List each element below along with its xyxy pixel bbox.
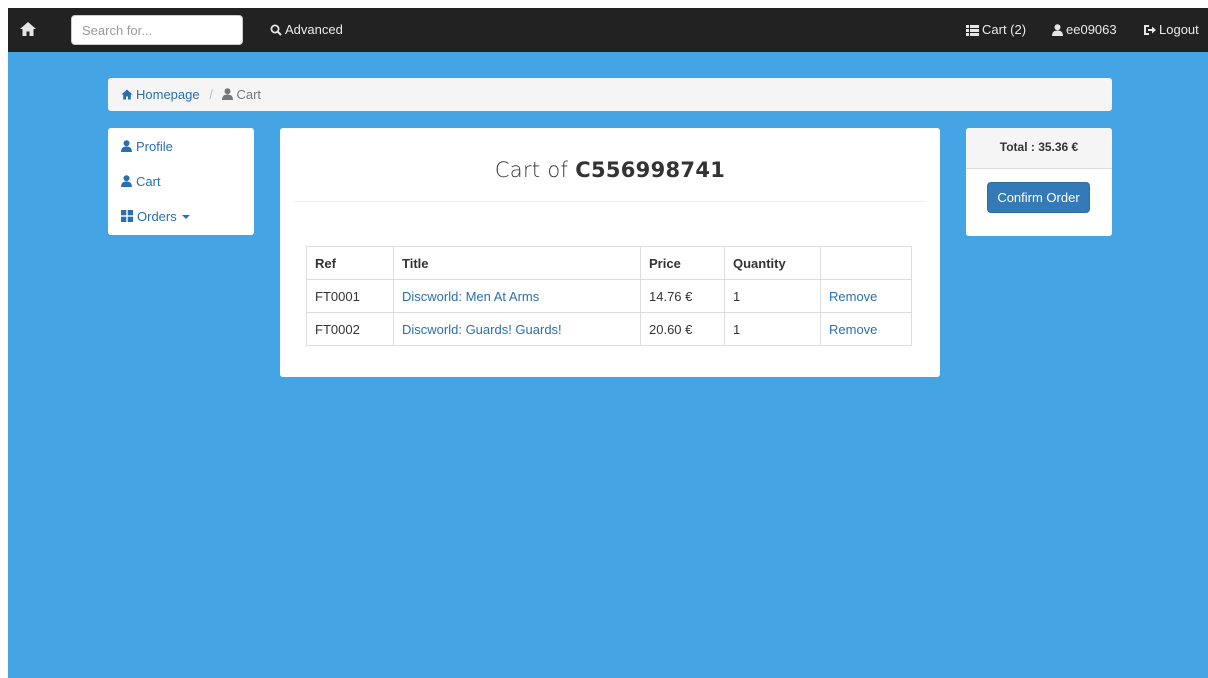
logout-link[interactable]: Logout bbox=[1143, 8, 1199, 52]
item-price: 14.76 € bbox=[640, 279, 725, 313]
home-icon bbox=[121, 89, 133, 100]
column-header-title: Title bbox=[393, 246, 641, 280]
table-header-row: Ref Title Price Quantity bbox=[306, 246, 912, 280]
logout-icon bbox=[1144, 25, 1156, 35]
breadcrumb-home-label: Homepage bbox=[136, 87, 200, 102]
user-icon bbox=[121, 140, 132, 152]
sidebar-item-profile[interactable]: Profile bbox=[108, 134, 254, 169]
item-ref: FT0001 bbox=[306, 279, 394, 313]
user-icon bbox=[121, 175, 132, 187]
user-icon bbox=[1052, 24, 1063, 36]
item-quantity: 1 bbox=[724, 279, 821, 313]
cart-panel: Cart of C556998741 Ref Title Price Quant… bbox=[280, 128, 940, 377]
sidebar-item-label: Profile bbox=[136, 139, 173, 154]
remove-item-button[interactable]: Remove bbox=[829, 289, 877, 304]
order-summary-panel: Total : 35.36 € Confirm Order bbox=[966, 128, 1112, 236]
nav-cart-label: Cart (2) bbox=[982, 22, 1027, 37]
item-quantity: 1 bbox=[724, 312, 821, 346]
page-title: Cart of C556998741 bbox=[294, 158, 926, 182]
item-title-link[interactable]: Discworld: Men At Arms bbox=[402, 289, 539, 304]
item-ref: FT0002 bbox=[306, 312, 394, 346]
advanced-search-link[interactable]: Advanced bbox=[270, 8, 343, 52]
cart-title-prefix: Cart of bbox=[494, 158, 569, 182]
nav-user-label: ee09063 bbox=[1066, 22, 1117, 37]
page-viewport: Advanced Cart (2) ee09063 Logout Homepag… bbox=[8, 8, 1208, 678]
title-divider bbox=[294, 201, 926, 202]
breadcrumb-separator: / bbox=[209, 87, 213, 102]
cart-total: Total : 35.36 € bbox=[966, 128, 1112, 169]
column-header-price: Price bbox=[640, 246, 725, 280]
grid-icon bbox=[121, 210, 133, 222]
search-input[interactable] bbox=[71, 15, 243, 45]
chevron-down-icon bbox=[181, 215, 190, 219]
table-row: FT0002 Discworld: Guards! Guards! 20.60 … bbox=[306, 312, 912, 346]
column-header-actions bbox=[820, 246, 912, 280]
side-menu: Profile Cart Orders bbox=[108, 128, 254, 235]
sidebar-item-label: Orders bbox=[137, 209, 177, 224]
cart-id: C556998741 bbox=[575, 158, 726, 182]
home-icon[interactable] bbox=[19, 21, 43, 39]
breadcrumb-current-label: Cart bbox=[236, 87, 262, 102]
search-icon bbox=[270, 24, 282, 36]
nav-user-link[interactable]: ee09063 bbox=[1052, 8, 1117, 52]
cart-items-table: Ref Title Price Quantity FT0001 Discworl… bbox=[306, 246, 912, 346]
table-row: FT0001 Discworld: Men At Arms 14.76 € 1 … bbox=[306, 279, 912, 313]
sidebar-item-label: Cart bbox=[136, 174, 161, 189]
breadcrumb: Homepage / Cart bbox=[108, 78, 1112, 111]
column-header-quantity: Quantity bbox=[724, 246, 821, 280]
user-icon bbox=[222, 88, 234, 100]
sidebar-item-cart[interactable]: Cart bbox=[108, 169, 254, 204]
sidebar-item-orders[interactable]: Orders bbox=[108, 204, 254, 239]
item-price: 20.60 € bbox=[640, 312, 725, 346]
item-title-link[interactable]: Discworld: Guards! Guards! bbox=[402, 322, 562, 337]
top-navbar: Advanced Cart (2) ee09063 Logout bbox=[8, 8, 1208, 52]
advanced-search-label: Advanced bbox=[285, 22, 343, 37]
logout-label: Logout bbox=[1159, 22, 1199, 37]
nav-cart-link[interactable]: Cart (2) bbox=[966, 8, 1026, 52]
confirm-order-button[interactable]: Confirm Order bbox=[987, 182, 1090, 213]
remove-item-button[interactable]: Remove bbox=[829, 322, 877, 337]
column-header-ref: Ref bbox=[306, 246, 394, 280]
breadcrumb-current: Cart bbox=[219, 87, 261, 102]
list-icon bbox=[966, 25, 979, 36]
breadcrumb-home-link[interactable]: Homepage bbox=[121, 87, 203, 102]
